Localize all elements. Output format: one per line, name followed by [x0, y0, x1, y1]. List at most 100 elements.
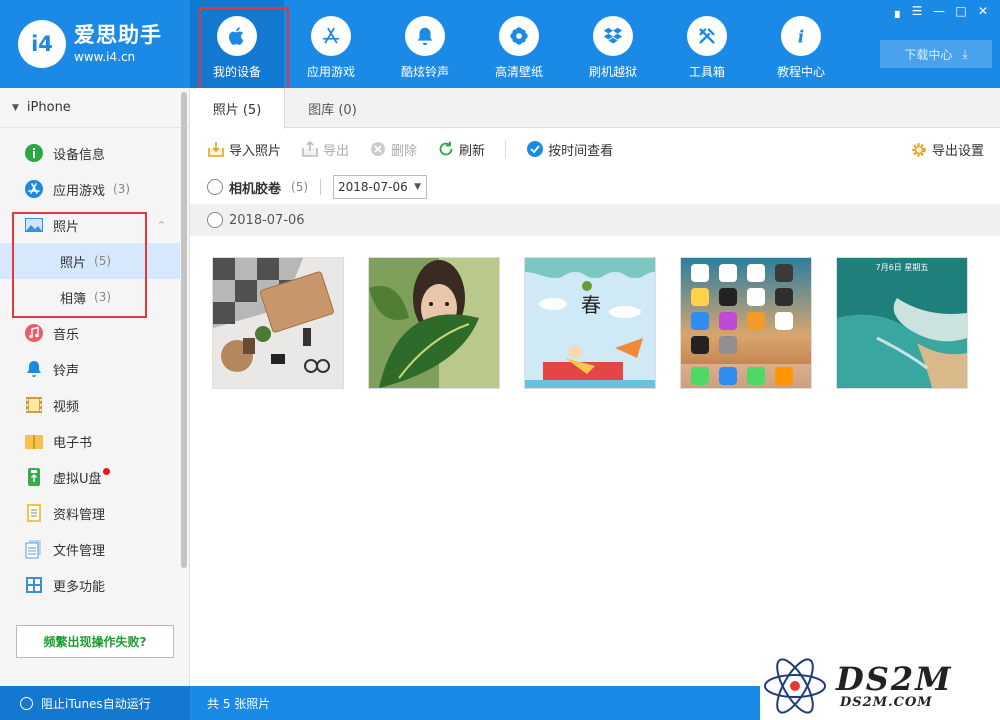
- nav-flash-jailbreak[interactable]: 刷机越狱: [566, 0, 660, 88]
- sidebar-item-label: 设备信息: [53, 147, 106, 163]
- usb-icon: [24, 467, 44, 487]
- date-group-radio[interactable]: [207, 212, 223, 228]
- download-icon: ⤓: [962, 46, 968, 61]
- shirt-icon[interactable]: ▗: [884, 2, 906, 20]
- tools-icon: [687, 16, 727, 56]
- collapse-triangle-icon: ▼: [12, 102, 19, 113]
- nav-label: 应用游戏: [306, 65, 355, 79]
- nav-label: 我的设备: [212, 65, 261, 79]
- contacts-icon: [24, 503, 44, 523]
- check-circle-icon: [526, 140, 544, 158]
- download-center-button[interactable]: 下载中心 ⤓: [880, 40, 992, 68]
- nav-wallpapers[interactable]: 高清壁纸: [472, 0, 566, 88]
- chevron-up-icon: ⌃: [156, 218, 166, 232]
- sidebar-subitem-photos[interactable]: 照片 (5): [0, 243, 180, 279]
- sidebar-item-music[interactable]: 音乐: [0, 315, 180, 351]
- toggle-ring-icon: [20, 696, 33, 710]
- export-settings-label: 导出设置: [931, 144, 984, 159]
- sidebar-item-label: 应用游戏: [53, 183, 106, 199]
- photo-thumbnail[interactable]: 春: [524, 257, 656, 389]
- nav-apps[interactable]: 应用游戏: [284, 0, 378, 88]
- minimize-icon[interactable]: —: [928, 2, 950, 20]
- tab-gallery[interactable]: 图库 (0): [285, 88, 380, 128]
- content-tabs: 照片 (5) 图库 (0): [190, 88, 1000, 129]
- nav-my-device[interactable]: 我的设备: [190, 0, 289, 95]
- summer-glyph: 春: [581, 293, 601, 317]
- close-icon[interactable]: ✕: [972, 2, 994, 20]
- sidebar-item-data-management[interactable]: 资料管理: [0, 495, 180, 531]
- menu-icon[interactable]: ☰: [906, 2, 928, 20]
- nav-label: 酷炫铃声: [400, 65, 449, 79]
- sidebar-item-device-info[interactable]: 设备信息: [0, 135, 180, 171]
- view-by-time-toggle[interactable]: 按时间查看: [526, 140, 613, 159]
- photo-thumbnail[interactable]: [368, 257, 500, 389]
- import-photos-button[interactable]: 导入照片: [207, 140, 281, 159]
- sidebar: ▼ iPhone 设备信息 应用游戏 (3) 照片 ⌃ 照片 (5) 相簿 (3…: [0, 88, 190, 686]
- refresh-button[interactable]: 刷新: [437, 140, 485, 159]
- delete-icon: [369, 140, 387, 158]
- maximize-icon[interactable]: □: [950, 2, 972, 20]
- photo-thumbnail[interactable]: [212, 257, 344, 389]
- sidebar-item-label: 照片: [60, 255, 87, 271]
- photo-thumbnail[interactable]: [680, 257, 812, 389]
- operation-failed-help-button[interactable]: 频繁出现操作失败?: [16, 625, 174, 658]
- gear-icon: [910, 141, 928, 159]
- sidebar-item-more-features[interactable]: 更多功能: [0, 567, 180, 603]
- sidebar-item-label: 照片: [53, 219, 80, 235]
- sidebar-item-file-management[interactable]: 文件管理: [0, 531, 180, 567]
- sidebar-item-label: 资料管理: [53, 507, 106, 523]
- export-settings-button[interactable]: 导出设置: [910, 140, 984, 159]
- delete-button[interactable]: 删除: [369, 140, 417, 159]
- bell-icon: [405, 16, 445, 56]
- date-dropdown[interactable]: 2018-07-06 ▼: [333, 175, 428, 199]
- chevron-down-icon: ▼: [414, 182, 422, 192]
- sidebar-item-video[interactable]: 视频: [0, 387, 180, 423]
- app-store-blue-icon: [24, 179, 44, 199]
- nav-label: 刷机越狱: [588, 65, 637, 79]
- export-button[interactable]: 导出: [301, 140, 349, 159]
- sidebar-item-photos[interactable]: 照片 ⌃: [0, 207, 180, 243]
- sidebar-item-ebooks[interactable]: 电子书: [0, 423, 180, 459]
- album-name: 相机胶卷: [229, 181, 282, 197]
- dropbox-icon: [593, 16, 633, 56]
- sidebar-item-count: (3): [113, 182, 131, 196]
- date-dropdown-value: 2018-07-06: [338, 180, 408, 194]
- sidebar-scrollbar[interactable]: [181, 92, 187, 568]
- apple-icon: [217, 16, 257, 56]
- sidebar-subitem-albums[interactable]: 相簿 (3): [0, 279, 180, 315]
- album-radio[interactable]: [207, 179, 223, 195]
- import-icon: [207, 140, 225, 158]
- sidebar-item-label: 音乐: [53, 327, 80, 343]
- date-group-label: 2018-07-06: [229, 212, 305, 228]
- app-store-icon: [311, 16, 351, 56]
- filter-divider: [320, 179, 322, 195]
- film-icon: [24, 395, 44, 415]
- sidebar-item-apps[interactable]: 应用游戏 (3): [0, 171, 180, 207]
- album-count: (5): [291, 180, 309, 194]
- nav-tutorials[interactable]: i 教程中心: [754, 0, 848, 88]
- girl-with-leaf-photo: [369, 258, 499, 388]
- device-selector[interactable]: ▼ iPhone: [0, 88, 189, 128]
- lockscreen-date: 7月6日 星期五: [876, 263, 929, 272]
- sidebar-item-label: 视频: [53, 399, 80, 415]
- sidebar-item-count: (3): [94, 290, 112, 304]
- nav-label: 教程中心: [776, 65, 825, 79]
- main-nav: 我的设备 应用游戏 酷炫铃声 高清壁纸 刷机越狱 工具箱 i 教程中心: [190, 0, 848, 95]
- app-name: 爱思助手: [74, 23, 162, 47]
- tab-photos[interactable]: 照片 (5): [190, 88, 285, 129]
- music-icon: [24, 323, 44, 343]
- nav-toolbox[interactable]: 工具箱: [660, 0, 754, 88]
- ios-homescreen-photo: [681, 258, 811, 388]
- photo-toolbar: 导入照片 导出 删除 刷新 按时间查看 导出设置: [190, 128, 1000, 170]
- sidebar-item-virtual-udisk[interactable]: 虚拟U盘: [0, 459, 180, 495]
- export-label: 导出: [323, 143, 350, 159]
- sidebar-item-label: 相簿: [60, 291, 87, 307]
- app-url: www.i4.cn: [74, 50, 136, 64]
- delete-label: 删除: [391, 143, 418, 159]
- photo-thumbnail[interactable]: 7月6日 星期五: [836, 257, 968, 389]
- desk-flatlay-photo: [213, 258, 343, 388]
- nav-ringtones[interactable]: 酷炫铃声: [378, 0, 472, 88]
- app-logo: i4 爱思助手 www.i4.cn: [18, 20, 162, 68]
- sidebar-item-ringtones[interactable]: 铃声: [0, 351, 180, 387]
- block-itunes-toggle[interactable]: 阻止iTunes自动运行: [20, 686, 151, 720]
